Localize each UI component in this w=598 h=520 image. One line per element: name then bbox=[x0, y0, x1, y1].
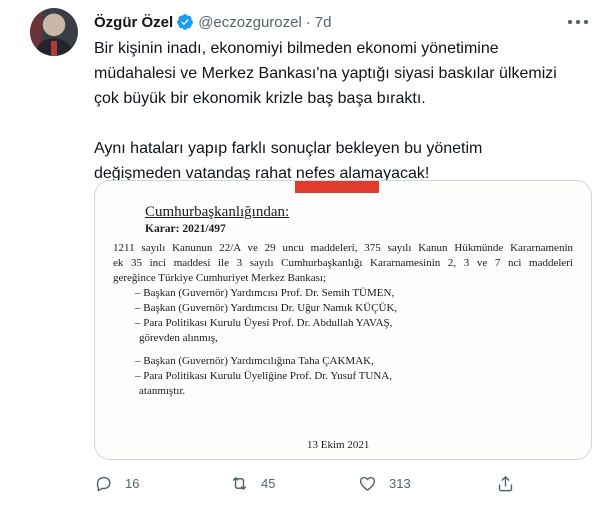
user-handle[interactable]: @eczozgurozel bbox=[198, 14, 302, 31]
document-line: – Başkan (Guvernör) Yardımcısı Prof. Dr.… bbox=[135, 287, 395, 299]
document-line: ek 35 inci maddesi ile 3 sayılı Cumhurba… bbox=[113, 257, 573, 269]
separator-dot: · bbox=[305, 13, 311, 31]
tweet-text-line: müdahalesi ve Merkez Bankası'na yaptığı … bbox=[94, 65, 557, 82]
user-name[interactable]: Özgür Özel bbox=[94, 14, 173, 31]
tweet-text: Bir kişinin inadı, ekonomiyi bilmeden ek… bbox=[94, 36, 590, 186]
tweet-text-line: Aynı hataları yapıp farklı sonuçlar bekl… bbox=[94, 140, 483, 157]
document-body: 1211 sayılı Kanunun 22/A ve 29 uncu madd… bbox=[113, 241, 573, 399]
document-line: – Para Politikası Kurulu Üyesi Prof. Dr.… bbox=[135, 317, 393, 329]
document-line: görevden alınmış, bbox=[139, 332, 218, 344]
avatar-tie bbox=[51, 41, 57, 56]
document-line: – Başkan (Guvernör) Yardımcılığına Taha … bbox=[135, 355, 374, 367]
document-red-tab bbox=[295, 181, 379, 193]
reply-count: 16 bbox=[125, 475, 140, 491]
reply-icon bbox=[96, 476, 111, 491]
share-icon bbox=[498, 475, 513, 491]
document-line: – Para Politikası Kurulu Üyeliğine Prof.… bbox=[135, 370, 392, 382]
like-count: 313 bbox=[389, 475, 411, 491]
tweet-text-line: Bir kişinin inadı, ekonomiyi bilmeden ek… bbox=[94, 40, 499, 57]
document-decision-number: Karar: 2021/497 bbox=[145, 223, 226, 235]
like-button[interactable]: 313 bbox=[358, 470, 411, 496]
heart-icon bbox=[359, 476, 376, 491]
verified-badge-icon bbox=[177, 14, 194, 30]
tweet-header: Özgür Özel @eczozgurozel · 7d bbox=[94, 12, 331, 32]
attached-document-image[interactable]: Cumhurbaşkanlığından: Karar: 2021/497 12… bbox=[94, 180, 592, 460]
document-line: gereğince Türkiye Cumhuriyet Merkez Bank… bbox=[113, 272, 327, 284]
tweet-actions: 16 45 313 bbox=[94, 470, 590, 496]
document-date: 13 Ekim 2021 bbox=[307, 439, 370, 451]
tweet-time[interactable]: 7d bbox=[315, 14, 332, 31]
document-heading: Cumhurbaşkanlığından: bbox=[145, 204, 290, 220]
retweet-count: 45 bbox=[261, 475, 276, 491]
tweet[interactable]: Özgür Özel @eczozgurozel · 7d Bir kişini… bbox=[0, 0, 598, 520]
document-line: – Başkan (Guvernör) Yardımcısı Dr. Uğur … bbox=[135, 302, 398, 314]
document-line: atanmıştır. bbox=[139, 385, 186, 397]
share-button[interactable] bbox=[496, 470, 515, 496]
document-spacer bbox=[113, 346, 573, 354]
reply-button[interactable]: 16 bbox=[94, 470, 139, 496]
tweet-text-line: çok büyük bir ekonomik krizle baş başa b… bbox=[94, 90, 426, 107]
retweet-icon bbox=[232, 476, 247, 490]
avatar[interactable] bbox=[30, 8, 78, 56]
document-line: 1211 sayılı Kanunun 22/A ve 29 uncu madd… bbox=[113, 242, 573, 254]
more-options-icon[interactable] bbox=[566, 12, 590, 30]
retweet-button[interactable]: 45 bbox=[230, 470, 275, 496]
